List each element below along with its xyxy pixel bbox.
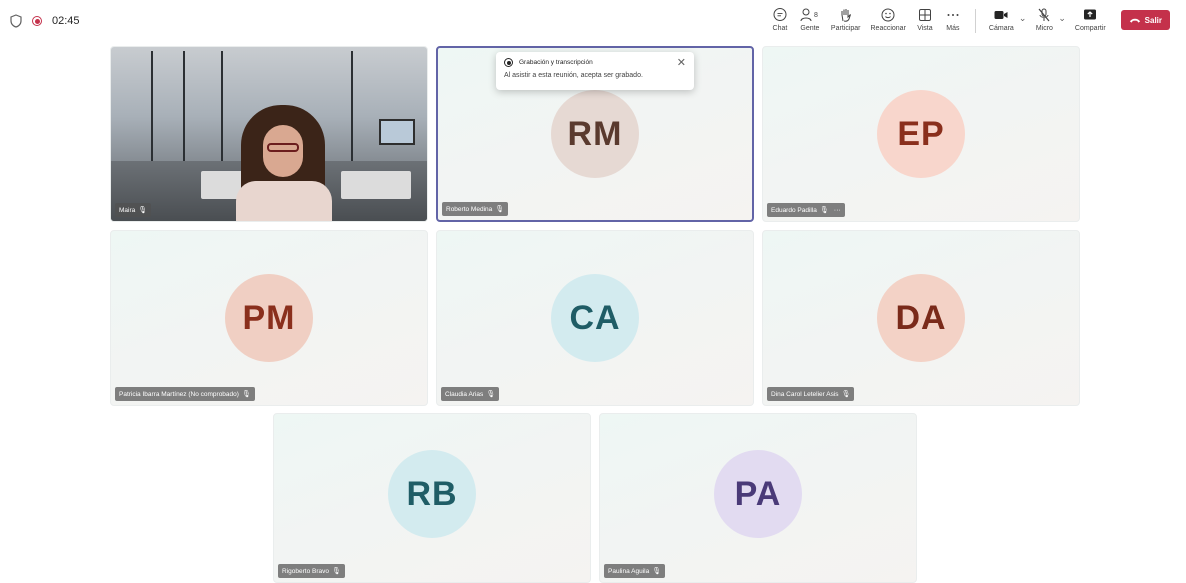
view-button[interactable]: Vista <box>911 7 939 32</box>
participant-name-tag: Roberto Medina 🎙︎ <box>442 202 509 216</box>
participant-tile-video[interactable]: Maira 🎙︎ <box>110 46 428 222</box>
participant-avatar: PA <box>714 450 802 538</box>
participant-avatar: PM <box>225 274 313 362</box>
mic-icon: 🎙︎ <box>495 206 505 213</box>
participant-tile[interactable]: PA Paulina Aguila 🎙︎ <box>599 413 917 583</box>
leave-button[interactable]: Salir <box>1120 10 1170 30</box>
close-icon[interactable]: ✕ <box>677 56 686 69</box>
participant-tile[interactable]: PM Patricia Ibarra Martínez (No comproba… <box>110 230 428 406</box>
recording-indicator-icon <box>504 58 513 67</box>
mic-options-chevron-icon[interactable]: ⌄ <box>1058 13 1066 24</box>
toolbar-divider <box>974 9 976 33</box>
mic-button[interactable]: Micro <box>1030 7 1058 32</box>
people-button[interactable]: 8 Gente <box>794 7 826 32</box>
participant-name-tag: Patricia Ibarra Martínez (No comprobado)… <box>115 387 255 401</box>
mic-off-icon: 🎙︎ <box>652 568 662 575</box>
participant-name-tag: Maira 🎙︎ <box>115 203 152 217</box>
grid-view-icon <box>918 9 931 21</box>
chat-button[interactable]: Chat <box>766 7 794 32</box>
mic-off-icon: 🎙︎ <box>819 207 829 214</box>
meeting-toolbar: 02:45 Chat 8 Gente Participar Reaccionar… <box>0 0 1186 44</box>
participant-name-tag: Claudia Arias 🎙︎ <box>441 387 500 401</box>
mic-off-icon <box>1038 8 1050 22</box>
raise-hand-button[interactable]: Participar <box>826 7 866 32</box>
chat-icon <box>773 8 787 21</box>
participant-avatar: DA <box>877 274 965 362</box>
participant-video <box>111 47 427 221</box>
participant-name-tag: Rigoberto Bravo 🎙︎ <box>278 564 345 578</box>
more-icon <box>947 14 959 16</box>
more-icon[interactable]: ··· <box>832 207 841 214</box>
share-button[interactable]: Compartir <box>1070 7 1111 32</box>
camera-icon <box>994 11 1008 19</box>
hang-up-icon <box>1129 18 1140 23</box>
mic-off-icon: 🎙︎ <box>138 207 148 214</box>
raise-hand-icon <box>841 9 851 22</box>
participant-avatar: EP <box>877 90 965 178</box>
shield-icon <box>10 14 22 28</box>
participant-avatar: CA <box>551 274 639 362</box>
participant-tile[interactable]: CA Claudia Arias 🎙︎ <box>436 230 754 406</box>
mic-off-icon: 🎙︎ <box>841 391 851 398</box>
participant-avatar: RM <box>551 90 639 178</box>
mic-off-icon: 🎙︎ <box>486 391 496 398</box>
more-button[interactable]: Más <box>939 7 967 32</box>
meeting-timer: 02:45 <box>52 15 80 27</box>
background-monitor <box>379 119 415 145</box>
recording-notification: Grabación y transcripción ✕ Al asistir a… <box>496 52 694 90</box>
share-screen-icon <box>1084 9 1097 20</box>
mic-off-icon: 🎙︎ <box>241 391 251 398</box>
react-button[interactable]: Reaccionar <box>866 7 911 32</box>
camera-options-chevron-icon[interactable]: ⌄ <box>1019 13 1027 24</box>
meeting-status: 02:45 <box>10 14 80 28</box>
participant-tile[interactable]: RB Rigoberto Bravo 🎙︎ <box>273 413 591 583</box>
svg-text:8: 8 <box>814 12 818 19</box>
participant-tile[interactable]: DA Dina Carol Letelier Asis 🎙︎ <box>762 230 1080 406</box>
participant-name-tag: Dina Carol Letelier Asis 🎙︎ <box>767 387 855 401</box>
participant-tile[interactable]: EP Eduardo Padilla 🎙︎ ··· <box>762 46 1080 222</box>
smiley-icon <box>881 8 895 22</box>
mic-off-icon: 🎙︎ <box>331 568 341 575</box>
participant-name-tag: Eduardo Padilla 🎙︎ ··· <box>767 203 845 217</box>
recording-icon <box>32 16 42 26</box>
participant-name-tag: Paulina Aguila 🎙︎ <box>604 564 666 578</box>
people-icon: 8 <box>800 8 818 22</box>
participant-avatar: RB <box>388 450 476 538</box>
camera-button[interactable]: Cámara <box>984 7 1019 32</box>
